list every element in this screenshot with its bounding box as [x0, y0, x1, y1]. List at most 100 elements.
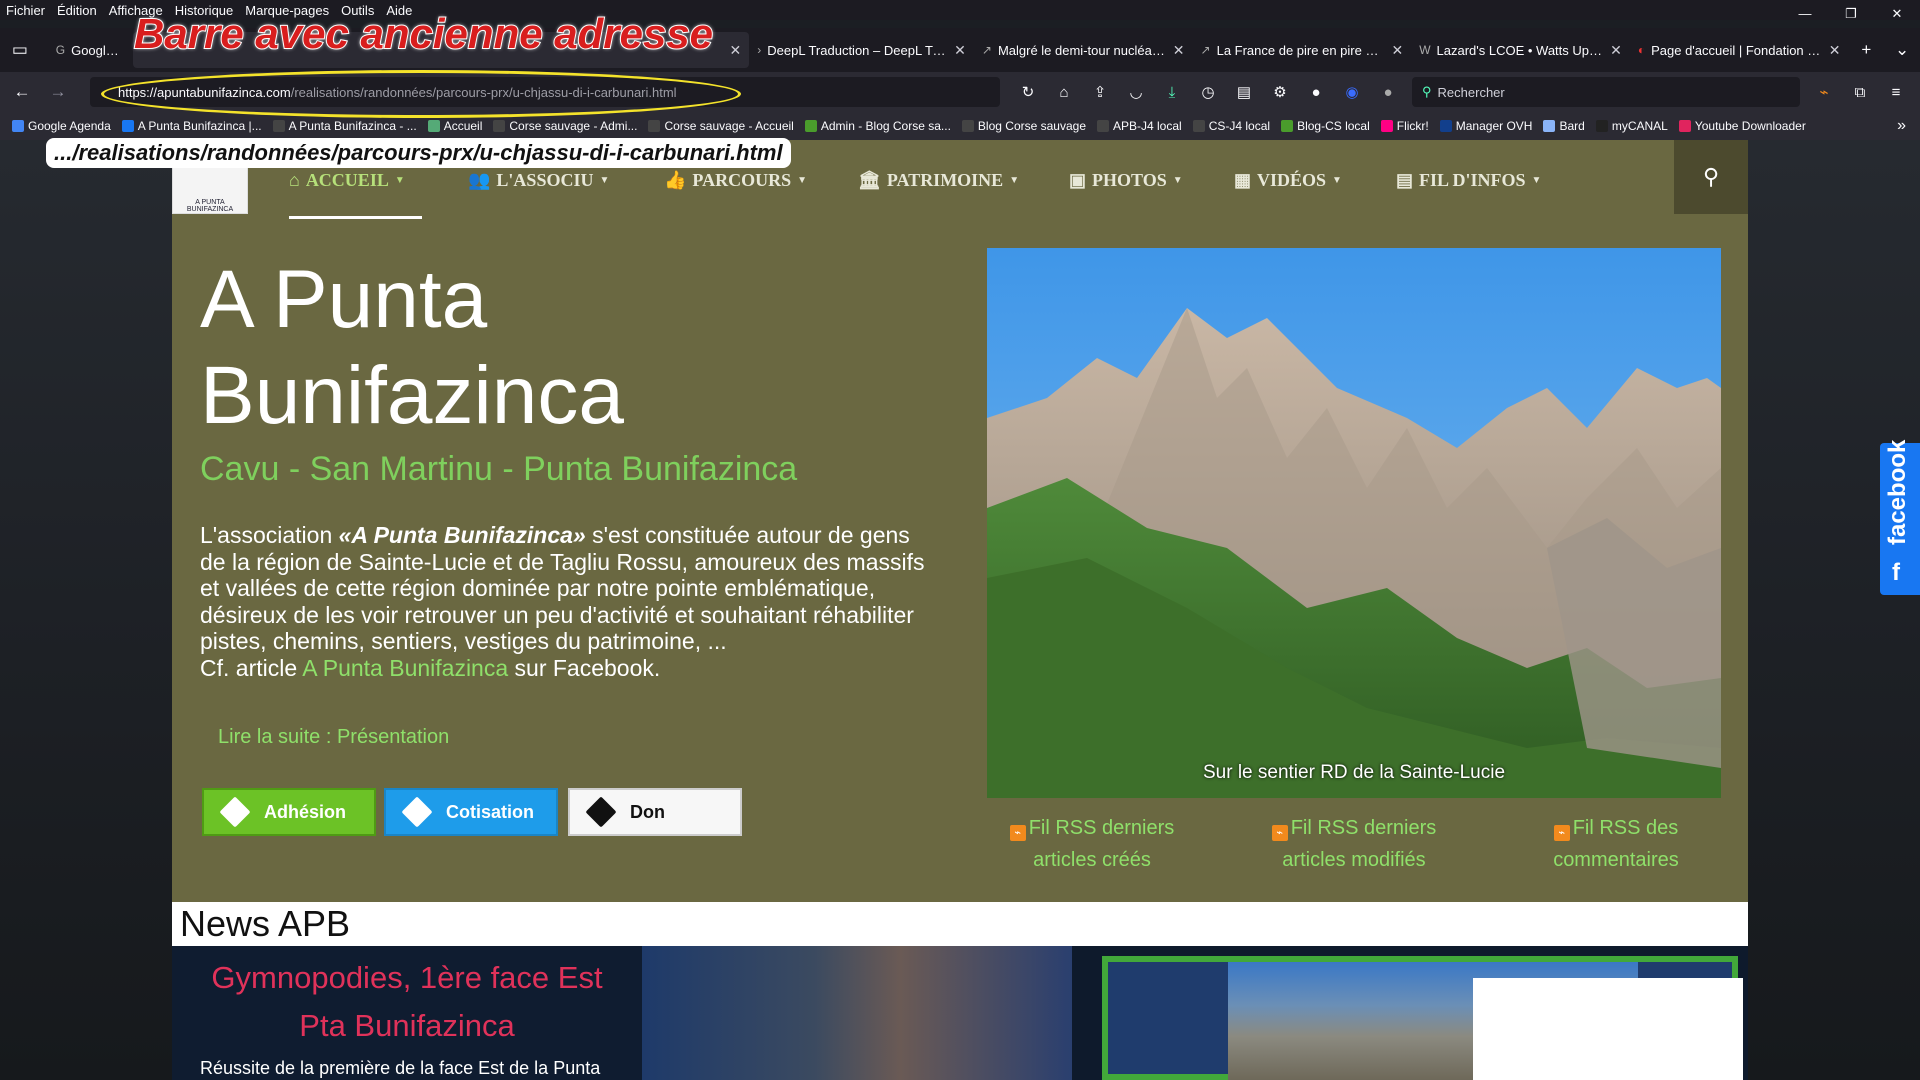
tab-lazard[interactable]: W Lazard's LCOE • Watts Up With ✕: [1411, 32, 1630, 68]
bookmark-item[interactable]: Accueil: [427, 119, 482, 133]
bookmark-favicon-icon: [804, 120, 817, 132]
bookmarks-overflow-icon[interactable]: »: [1897, 117, 1906, 135]
news-image[interactable]: [642, 946, 1072, 1080]
nav-videos[interactable]: ▦ VIDÉOS ▼: [1234, 170, 1342, 191]
home-icon[interactable]: ⌂: [1046, 84, 1082, 101]
adhesion-button[interactable]: Adhésion: [202, 788, 376, 836]
tab-la-france[interactable]: ↗ La France de pire en pire et de P ✕: [1193, 32, 1412, 68]
nav-accueil[interactable]: ⌂ ACCUEIL ▼: [289, 170, 405, 191]
toolbar-right-icons: ⌁ ⧉ ≡: [1806, 77, 1914, 107]
caret-down-icon: ▼: [394, 175, 405, 186]
window-controls: — ❐ ✕: [1782, 0, 1920, 28]
nav-photos[interactable]: ▣ PHOTOS ▼: [1069, 170, 1183, 191]
bookmark-item[interactable]: CS-J4 local: [1192, 119, 1270, 133]
hamburger-menu-icon[interactable]: ≡: [1878, 84, 1914, 101]
bookmark-item[interactable]: myCANAL: [1595, 119, 1668, 133]
nav-patrimoine[interactable]: 🏛 PATRIMOINE ▼: [858, 170, 1019, 191]
new-tab-icon[interactable]: +: [1849, 40, 1885, 60]
don-button[interactable]: Don: [568, 788, 742, 836]
close-tab-icon[interactable]: ✕: [1173, 42, 1185, 59]
bookmark-item[interactable]: A Punta Bunifazinca |...: [121, 119, 262, 133]
bookmark-label: A Punta Bunifazinca - ...: [288, 119, 417, 133]
tab-google-agenda[interactable]: G Google Ag: [48, 32, 134, 68]
download-icon[interactable]: ⤓: [1154, 84, 1190, 101]
button-label: Cotisation: [446, 801, 534, 822]
bookmark-item[interactable]: Corse sauvage - Admi...: [493, 119, 637, 133]
bookmark-item[interactable]: Bard: [1543, 119, 1585, 133]
rss-modified-link[interactable]: ⌁ Fil RSS derniers articles modifiés: [1254, 812, 1454, 876]
share-icon[interactable]: ⇪: [1082, 83, 1118, 101]
bookmark-item[interactable]: Blog-CS local: [1281, 119, 1370, 133]
menu-edition[interactable]: Édition: [57, 3, 97, 18]
read-more-link[interactable]: Lire la suite : Présentation: [218, 726, 449, 749]
rss-label: articles créés: [1033, 849, 1151, 871]
bookmark-item[interactable]: A Punta Bunifazinca - ...: [272, 119, 417, 133]
close-tab-icon[interactable]: ✕: [1610, 42, 1622, 59]
rss-label: commentaires: [1553, 849, 1679, 871]
tab-overflow-icon[interactable]: ⌄: [1884, 40, 1920, 60]
rss-comments-link[interactable]: ⌁ Fil RSS des commentaires: [1516, 812, 1716, 876]
tab-list-icon[interactable]: ▭: [0, 40, 40, 60]
close-tab-icon[interactable]: ✕: [1391, 42, 1403, 59]
bookmark-label: Blog Corse sauvage: [977, 119, 1086, 133]
facebook-article-link[interactable]: A Punta Bunifazinca: [302, 655, 508, 681]
history-icon[interactable]: ◷: [1190, 83, 1226, 101]
bookmark-item[interactable]: APB-J4 local: [1097, 119, 1182, 133]
bookmark-favicon-icon: [121, 120, 134, 132]
back-icon[interactable]: ←: [4, 82, 40, 102]
bookmark-item[interactable]: Youtube Downloader: [1678, 119, 1806, 133]
bookmark-item[interactable]: Manager OVH: [1439, 119, 1532, 133]
news-title[interactable]: Gymnopodies, 1ère face Est Pta Bunifazinc…: [172, 954, 642, 1050]
bookmark-item[interactable]: Google Agenda: [12, 119, 111, 133]
bookmark-favicon-icon: [1192, 120, 1205, 132]
nav-associu[interactable]: 👥 L'ASSOCIU ▼: [468, 170, 609, 191]
tab-label: DeepL Traduction – DeepL Trans: [767, 42, 949, 58]
close-icon[interactable]: ✕: [1874, 0, 1920, 28]
nav-label: PHOTOS: [1092, 170, 1167, 190]
facebook-side-tab[interactable]: facebook f: [1880, 440, 1920, 595]
nav-label: PATRIMOINE: [886, 170, 1004, 190]
pocket-icon[interactable]: ◡: [1118, 83, 1154, 101]
cotisation-button[interactable]: Cotisation: [384, 788, 558, 836]
bookmark-item[interactable]: Admin - Blog Corse sa...: [804, 119, 951, 133]
tab-malgre[interactable]: ↗ Malgré le demi-tour nucléaire d ✕: [974, 32, 1193, 68]
site-logo[interactable]: A PUNTA BUNIFAZINCA: [172, 166, 248, 214]
ticket-icon: [585, 796, 617, 828]
reload-icon[interactable]: ↻: [1010, 83, 1046, 101]
forward-icon[interactable]: →: [40, 82, 76, 102]
rss-created-link[interactable]: ⌁ Fil RSS derniers articles créés: [992, 812, 1192, 876]
bookmark-favicon-icon: [961, 120, 974, 132]
settings-icon[interactable]: ⚙: [1262, 83, 1298, 101]
menu-fichier[interactable]: Fichier: [6, 3, 45, 18]
close-tab-icon[interactable]: ✕: [1829, 42, 1841, 59]
site-container: A PUNTA BUNIFAZINCA ⌂ ACCUEIL ▼ 👥 L'ASSOCIU…: [172, 140, 1748, 1080]
nav-parcours[interactable]: 👍 PARCOURS ▼: [664, 170, 807, 191]
search-input[interactable]: ⚲ Rechercher: [1412, 77, 1800, 107]
tab-label: La France de pire en pire et de P: [1216, 42, 1386, 58]
google-icon: G: [55, 43, 66, 57]
profile-icon[interactable]: ●: [1370, 84, 1406, 101]
tab-ifrap[interactable]: ◐ Page d'accueil | Fondation IFRA ✕: [1630, 32, 1849, 68]
bookmark-item[interactable]: Blog Corse sauvage: [961, 119, 1086, 133]
close-tab-icon[interactable]: ✕: [730, 42, 742, 59]
extensions-icon[interactable]: ⧉: [1842, 84, 1878, 101]
close-tab-icon[interactable]: ✕: [954, 42, 966, 59]
news-image-frame[interactable]: [1102, 956, 1743, 1080]
extension-icon[interactable]: ◉: [1334, 83, 1370, 101]
bookmark-item[interactable]: Flickr!: [1380, 119, 1429, 133]
bookmark-favicon-icon: [493, 120, 506, 132]
reader-icon[interactable]: ▤: [1226, 83, 1262, 101]
bookmark-favicon-icon: [1439, 120, 1452, 132]
bookmark-label: Blog-CS local: [1297, 119, 1370, 133]
restore-icon[interactable]: ❐: [1828, 0, 1874, 28]
pinterest-icon[interactable]: ●: [1298, 84, 1334, 101]
minimize-icon[interactable]: —: [1782, 0, 1828, 28]
site-search-button[interactable]: ⚲: [1674, 140, 1748, 214]
caret-down-icon: ▼: [599, 175, 610, 186]
watts-icon: W: [1419, 43, 1431, 57]
bookmark-item[interactable]: Corse sauvage - Accueil: [648, 119, 794, 133]
nav-fil-infos[interactable]: ▤ FIL D'INFOS ▼: [1396, 170, 1541, 191]
rss-icon[interactable]: ⌁: [1806, 83, 1842, 101]
site-subtitle: Cavu - San Martinu - Punta Bunifazinca: [200, 450, 798, 488]
tab-deepl[interactable]: › DeepL Traduction – DeepL Trans ✕: [749, 32, 974, 68]
